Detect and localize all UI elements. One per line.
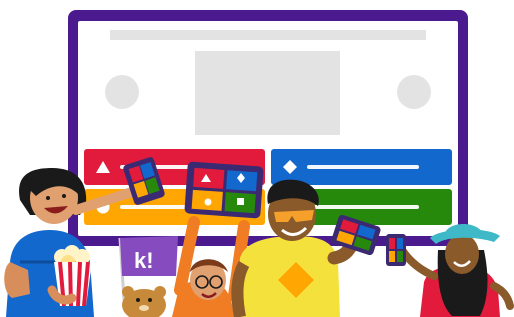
- phone-icon: [123, 157, 165, 205]
- hamster: [122, 286, 166, 317]
- tablet-icon: [184, 161, 264, 219]
- people-illustration: k!: [4, 157, 514, 317]
- woman-with-hat: [386, 224, 514, 317]
- phone-icon: [331, 214, 381, 256]
- illustration: k!: [0, 0, 514, 317]
- flag-text: k!: [134, 248, 154, 273]
- phone-icon: [386, 234, 406, 266]
